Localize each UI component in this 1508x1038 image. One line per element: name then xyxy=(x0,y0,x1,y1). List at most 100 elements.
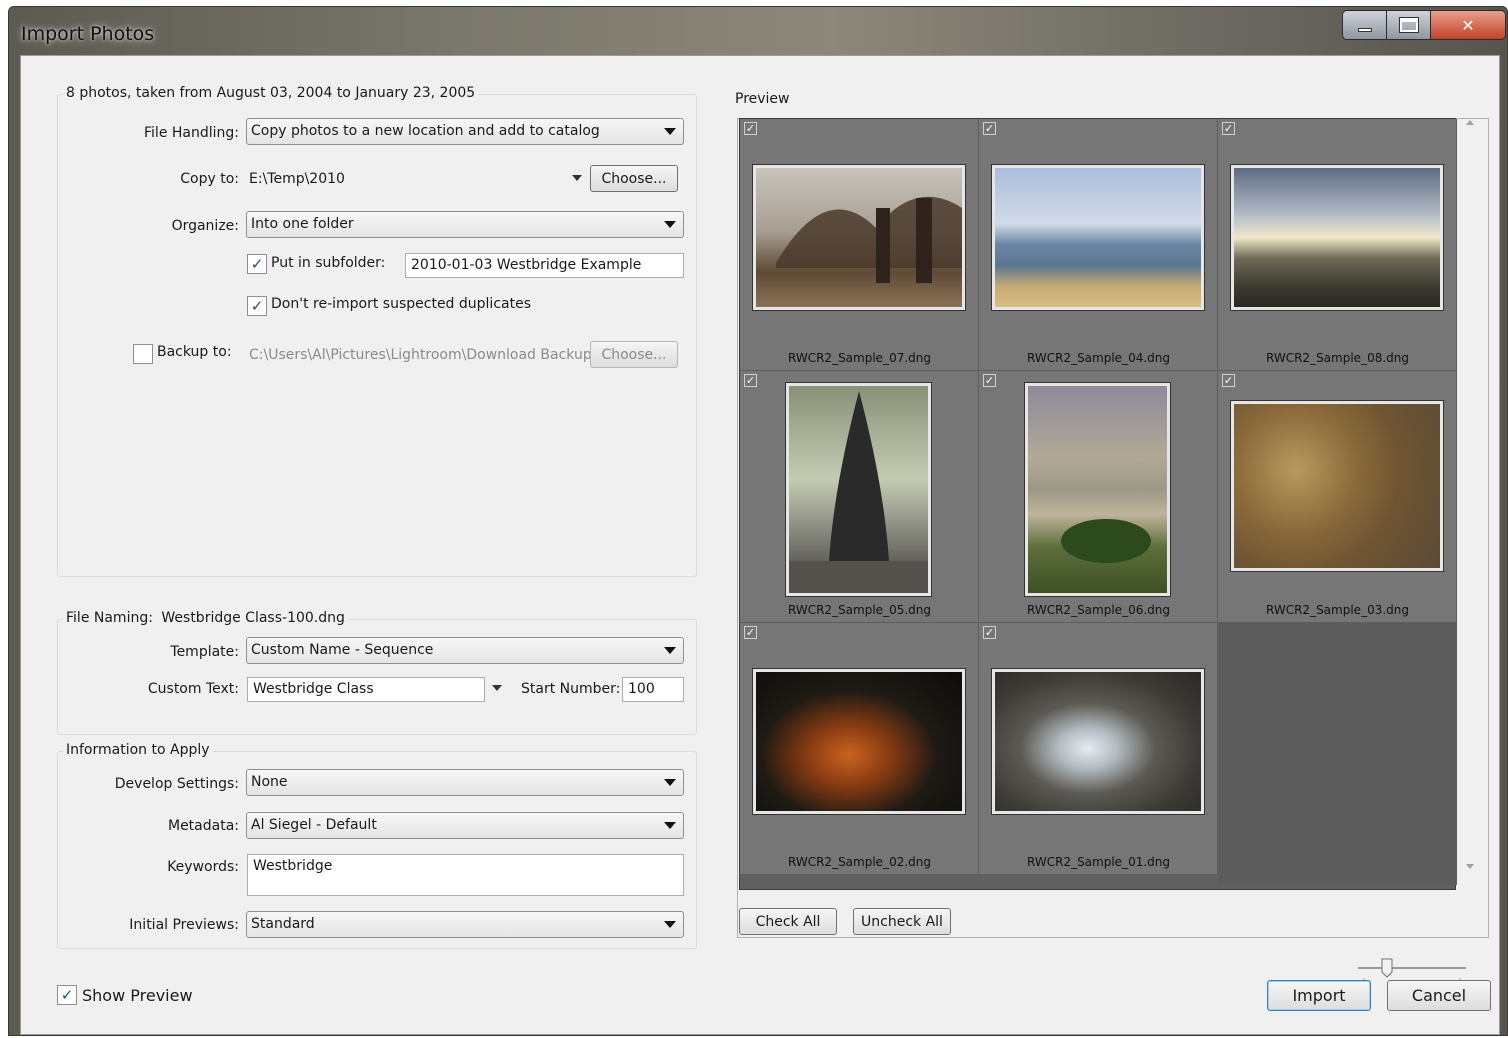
ship-illustration xyxy=(789,391,928,593)
initial-previews-select[interactable]: Standard xyxy=(246,911,684,938)
thumbnail-checkbox[interactable]: ✓ xyxy=(983,374,996,387)
thumbnail-grid[interactable]: ✓ RWCR2_Sample_07.dng ✓ RWCR2_Sample_04.… xyxy=(739,118,1457,890)
develop-settings-label: Develop Settings: xyxy=(114,776,239,792)
metadata-value: Al Siegel - Default xyxy=(251,817,377,833)
thumbnail-image-beach xyxy=(992,165,1204,310)
duplicates-label: Don't re-import suspected duplicates xyxy=(271,296,531,312)
checkmark-icon: ✓ xyxy=(250,255,264,273)
backup-path: C:\Users\Al\Pictures\Lightroom\Download … xyxy=(249,347,599,363)
uncheck-all-button[interactable]: Uncheck All xyxy=(853,908,951,935)
thumbnail-image-stream xyxy=(992,669,1204,814)
chevron-down-icon xyxy=(664,921,676,928)
minimize-button[interactable] xyxy=(1342,10,1387,40)
thumbnail-checkbox[interactable]: ✓ xyxy=(744,626,757,639)
thumbnail-filename: RWCR2_Sample_08.dng xyxy=(1266,351,1409,365)
show-preview-checkbox[interactable]: ✓ xyxy=(57,985,77,1005)
chevron-down-icon xyxy=(664,128,676,135)
thumbnail-cell[interactable]: ✓ RWCR2_Sample_08.dng xyxy=(1218,119,1457,371)
thumbnail-checkbox[interactable]: ✓ xyxy=(744,374,757,387)
thumbnail-checkbox[interactable]: ✓ xyxy=(1222,122,1235,135)
thumbnail-filename: RWCR2_Sample_05.dng xyxy=(788,603,931,617)
chevron-down-icon xyxy=(664,779,676,786)
organize-value: Into one folder xyxy=(251,216,354,232)
thumbnail-cell[interactable]: ✓ RWCR2_Sample_04.dng xyxy=(979,119,1218,371)
slider-thumb-icon xyxy=(1381,958,1393,978)
import-button[interactable]: Import xyxy=(1267,980,1371,1011)
thumbnail-cell[interactable]: ✓ RWCR2_Sample_06.dng xyxy=(979,371,1218,623)
backup-checkbox[interactable] xyxy=(133,344,153,364)
maximize-icon xyxy=(1399,18,1418,32)
thumbnail-cell[interactable]: ✓ RWCR2_Sample_05.dng xyxy=(740,371,979,623)
thumbnail-cell[interactable]: ✓ RWCR2_Sample_03.dng xyxy=(1218,371,1457,623)
file-naming-label: File Naming: xyxy=(66,610,153,626)
thumbnail-cell[interactable]: ✓ RWCR2_Sample_02.dng xyxy=(740,623,979,875)
checkmark-icon: ✓ xyxy=(60,986,74,1004)
duplicates-checkbox[interactable]: ✓ xyxy=(247,296,267,316)
thumbnail-cell[interactable]: ✓ RWCR2_Sample_01.dng xyxy=(979,623,1218,875)
source-summary: 8 photos, taken from August 03, 2004 to … xyxy=(63,85,479,101)
tree-illustration xyxy=(1061,519,1151,563)
file-naming-example: Westbridge Class-100.dng xyxy=(161,610,345,626)
thumbnail-filename: RWCR2_Sample_06.dng xyxy=(1027,603,1170,617)
initial-previews-value: Standard xyxy=(251,916,315,932)
cancel-button[interactable]: Cancel xyxy=(1387,980,1491,1011)
preview-legend: Preview xyxy=(732,91,793,107)
scroll-down-icon[interactable] xyxy=(1466,864,1474,869)
develop-settings-value: None xyxy=(251,774,288,790)
custom-text-label: Custom Text: xyxy=(147,681,239,697)
thumbnail-checkbox[interactable]: ✓ xyxy=(1222,374,1235,387)
checkmark-icon: ✓ xyxy=(250,297,264,315)
empty-cell xyxy=(1218,623,1457,885)
thumbnail-image-harbor xyxy=(1231,165,1443,310)
title-bar[interactable]: Import Photos ✕ xyxy=(9,7,1507,55)
start-number-label: Start Number: xyxy=(521,681,621,697)
thumbnail-filename: RWCR2_Sample_04.dng xyxy=(1027,351,1170,365)
organize-label: Organize: xyxy=(171,218,239,234)
file-handling-select[interactable]: Copy photos to a new location and add to… xyxy=(246,118,684,145)
custom-text-input[interactable]: Westbridge Class xyxy=(247,677,485,702)
thumbnail-image-ship xyxy=(786,383,931,596)
keywords-label: Keywords: xyxy=(167,859,239,875)
copy-to-choose-button[interactable]: Choose... xyxy=(590,165,678,192)
show-preview-label: Show Preview xyxy=(82,986,193,1005)
thumbnail-checkbox[interactable]: ✓ xyxy=(983,122,996,135)
bridge-illustration xyxy=(776,196,962,283)
thumbnail-image-koi-fish xyxy=(753,669,965,814)
close-icon: ✕ xyxy=(1461,15,1475,35)
dialog-client-area: 8 photos, taken from August 03, 2004 to … xyxy=(20,55,1500,1035)
close-button[interactable]: ✕ xyxy=(1430,10,1506,40)
organize-select[interactable]: Into one folder xyxy=(246,211,684,238)
initial-previews-label: Initial Previews: xyxy=(129,917,239,933)
scroll-up-icon[interactable] xyxy=(1466,120,1474,125)
subfolder-label: Put in subfolder: xyxy=(271,255,386,271)
thumbnail-cell[interactable]: ✓ RWCR2_Sample_07.dng xyxy=(740,119,979,371)
file-handling-label: File Handling: xyxy=(144,125,239,141)
info-legend: Information to Apply xyxy=(63,742,213,758)
thumbnail-checkbox[interactable]: ✓ xyxy=(744,122,757,135)
copy-to-label: Copy to: xyxy=(180,171,239,187)
custom-text-dropdown-icon[interactable] xyxy=(492,685,502,691)
chevron-down-icon xyxy=(664,221,676,228)
template-value: Custom Name - Sequence xyxy=(251,642,434,658)
keywords-input[interactable]: Westbridge xyxy=(247,854,684,896)
file-handling-value: Copy photos to a new location and add to… xyxy=(251,123,600,139)
import-photos-window: Import Photos ✕ 8 photos, taken from Aug… xyxy=(8,6,1508,1036)
maximize-button[interactable] xyxy=(1386,10,1431,40)
copy-to-path[interactable]: E:\Temp\2010 xyxy=(249,171,345,187)
metadata-select[interactable]: Al Siegel - Default xyxy=(246,812,684,839)
backup-choose-button[interactable]: Choose... xyxy=(590,341,678,368)
subfolder-checkbox[interactable]: ✓ xyxy=(247,254,267,274)
template-select[interactable]: Custom Name - Sequence xyxy=(246,637,684,664)
thumbnail-filename: RWCR2_Sample_07.dng xyxy=(788,351,931,365)
backup-label: Backup to: xyxy=(157,344,232,360)
check-all-button[interactable]: Check All xyxy=(739,908,837,935)
thumbnail-image-sand xyxy=(1231,401,1443,571)
file-naming-legend: File Naming: Westbridge Class-100.dng xyxy=(63,610,348,626)
develop-settings-select[interactable]: None xyxy=(246,769,684,796)
thumbnail-checkbox[interactable]: ✓ xyxy=(983,626,996,639)
template-label: Template: xyxy=(170,644,239,660)
subfolder-name-input[interactable]: 2010-01-03 Westbridge Example xyxy=(405,253,684,278)
window-title: Import Photos xyxy=(21,23,155,45)
copy-to-dropdown-icon[interactable] xyxy=(572,175,582,181)
start-number-input[interactable]: 100 xyxy=(622,677,684,702)
